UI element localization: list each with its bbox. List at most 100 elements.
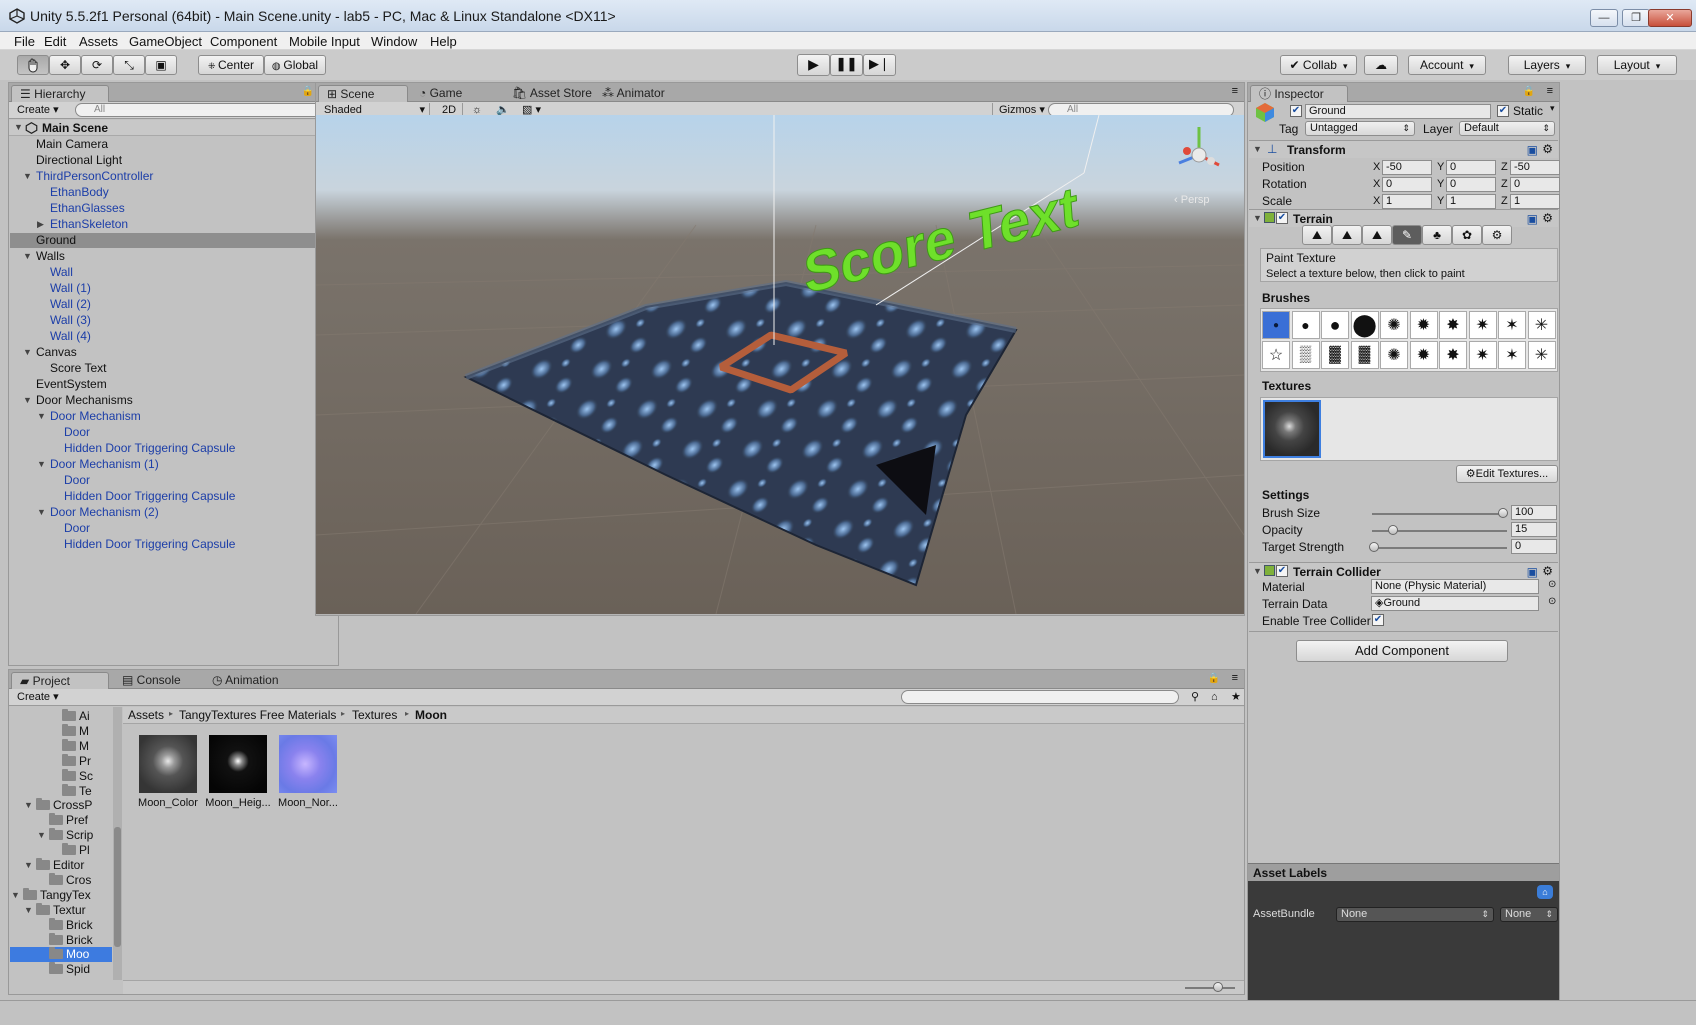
breadcrumb-tangytextures[interactable]: TangyTextures Free Materials: [179, 708, 336, 722]
step-button[interactable]: ▶❘: [863, 54, 896, 76]
menu-gameobject[interactable]: GameObject: [129, 34, 202, 49]
tab-animation[interactable]: ◷ Animation: [204, 672, 287, 689]
expand-arrow-icon[interactable]: ▼: [24, 905, 33, 915]
rotation-z-field[interactable]: 0: [1510, 177, 1560, 192]
tag-dropdown[interactable]: Untagged: [1305, 121, 1415, 136]
brush-swatch[interactable]: ✶: [1498, 341, 1526, 369]
menu-assets[interactable]: Assets: [79, 34, 118, 49]
folder-item[interactable]: Sc: [62, 768, 93, 784]
pivot-toggle[interactable]: ⁜ Center: [198, 55, 264, 75]
static-dropdown-arrow-icon[interactable]: ▾: [1550, 103, 1555, 114]
collapsed-arrow-icon[interactable]: ▶: [37, 219, 44, 230]
gear-icon[interactable]: ⚙: [1542, 564, 1553, 578]
hierarchy-item[interactable]: Door: [64, 425, 90, 440]
hierarchy-item[interactable]: Door: [64, 473, 90, 488]
account-dropdown[interactable]: Account: [1408, 55, 1486, 75]
scale-x-field[interactable]: 1: [1382, 194, 1432, 209]
folder-item[interactable]: M: [62, 738, 89, 754]
expand-arrow-icon[interactable]: ▼: [37, 411, 46, 421]
tab-project[interactable]: ▰ Project: [11, 672, 109, 689]
brush-swatch[interactable]: ⬤: [1350, 311, 1379, 339]
expand-arrow-icon[interactable]: ▼: [37, 459, 46, 469]
brush-size-knob[interactable]: [1498, 508, 1508, 518]
expand-arrow-icon[interactable]: ▼: [37, 830, 46, 840]
expand-arrow-icon[interactable]: ▼: [24, 800, 33, 810]
tab-asset-store[interactable]: 🛍 Asset Store: [504, 85, 600, 102]
lock-icon[interactable]: 🔒: [302, 86, 314, 97]
tree-scrollbar-thumb[interactable]: [114, 827, 121, 947]
hierarchy-create-button[interactable]: Create ▾: [11, 103, 65, 118]
folder-item[interactable]: Textur: [36, 902, 86, 918]
hierarchy-item[interactable]: EventSystem: [36, 377, 107, 392]
expand-arrow-icon[interactable]: ▼: [23, 171, 32, 181]
folder-item[interactable]: Moo: [49, 947, 89, 962]
active-checkbox[interactable]: ✔: [1290, 105, 1302, 117]
scale-tool-button[interactable]: ⤡: [113, 55, 145, 75]
folder-item[interactable]: Pr: [62, 753, 91, 769]
scale-z-field[interactable]: 1: [1510, 194, 1560, 209]
rect-tool-button[interactable]: ▣: [145, 55, 177, 75]
gear-icon[interactable]: ⚙: [1542, 211, 1553, 225]
position-y-field[interactable]: 0: [1446, 160, 1496, 175]
brush-size-slider[interactable]: [1372, 513, 1507, 515]
paint-height-tool[interactable]: ⛰: [1332, 225, 1362, 245]
brush-swatch[interactable]: ✺: [1380, 341, 1408, 369]
hierarchy-item[interactable]: Hidden Door Triggering Capsule: [64, 441, 235, 456]
help-icon[interactable]: ▣: [1527, 143, 1538, 157]
help-icon[interactable]: ▣: [1527, 565, 1538, 579]
tab-console[interactable]: ▤ Console: [114, 672, 189, 689]
brush-swatch[interactable]: ▓: [1350, 341, 1379, 369]
position-x-field[interactable]: -50: [1382, 160, 1432, 175]
pause-button[interactable]: ❚❚: [830, 54, 863, 76]
hierarchy-item[interactable]: Wall (2): [50, 297, 91, 312]
expand-arrow-icon[interactable]: ▼: [23, 347, 32, 357]
brush-swatch[interactable]: ▓: [1321, 341, 1349, 369]
hierarchy-item[interactable]: ThirdPersonController: [36, 169, 153, 184]
thumbnail-size-slider[interactable]: [1185, 987, 1235, 989]
terrain-data-field[interactable]: ◈Ground: [1371, 596, 1539, 611]
rotation-x-field[interactable]: 0: [1382, 177, 1432, 192]
panel-menu-icon[interactable]: ≡: [1232, 672, 1238, 684]
hierarchy-item[interactable]: Walls: [36, 249, 65, 264]
place-trees-tool[interactable]: ♣: [1422, 225, 1452, 245]
layers-dropdown[interactable]: Layers: [1508, 55, 1586, 75]
collider-enabled-checkbox[interactable]: ✔: [1276, 565, 1288, 577]
menu-file[interactable]: File: [14, 34, 35, 49]
raise-terrain-tool[interactable]: ⛰: [1302, 225, 1332, 245]
hierarchy-item[interactable]: Main Camera: [36, 137, 108, 152]
search-by-type-icon[interactable]: ⚲: [1185, 690, 1205, 705]
asset-thumb-moon-color[interactable]: [139, 735, 197, 793]
menu-mobile-input[interactable]: Mobile Input: [289, 34, 360, 49]
hierarchy-item[interactable]: Door Mechanism (1): [50, 457, 159, 472]
folder-item[interactable]: Te: [62, 783, 92, 799]
panel-menu-icon[interactable]: ≡: [1547, 85, 1553, 97]
terrain-enabled-checkbox[interactable]: ✔: [1276, 212, 1288, 224]
folder-item[interactable]: Pl: [62, 843, 90, 858]
gear-icon[interactable]: ⚙: [1542, 142, 1553, 156]
asset-thumb-moon-normal[interactable]: [279, 735, 337, 793]
brush-swatch[interactable]: ●: [1262, 311, 1290, 339]
hierarchy-item[interactable]: Score Text: [50, 361, 106, 376]
transform-header[interactable]: ▼ ⊥ Transform ▣ ⚙: [1249, 140, 1558, 158]
hierarchy-item[interactable]: EthanBody: [50, 185, 109, 200]
hierarchy-item[interactable]: Door Mechanisms: [36, 393, 133, 408]
menu-help[interactable]: Help: [430, 34, 457, 49]
hand-tool-button[interactable]: [17, 55, 49, 75]
terrain-collider-header[interactable]: ▼ ✔ Terrain Collider ▣ ⚙: [1249, 562, 1558, 580]
layer-dropdown[interactable]: Default: [1459, 121, 1555, 136]
hierarchy-item[interactable]: Wall (3): [50, 313, 91, 328]
moon-texture-swatch[interactable]: [1263, 400, 1321, 458]
brush-swatch[interactable]: ●: [1321, 311, 1349, 339]
brush-swatch[interactable]: ☆: [1262, 341, 1290, 369]
edit-textures-button[interactable]: ⚙Edit Textures...: [1456, 465, 1558, 483]
expand-arrow-icon[interactable]: ▼: [1253, 144, 1262, 154]
hierarchy-item[interactable]: Wall: [50, 265, 73, 280]
brush-swatch[interactable]: ✷: [1468, 341, 1497, 369]
opacity-knob[interactable]: [1388, 525, 1398, 535]
brush-size-field[interactable]: 100: [1511, 505, 1557, 520]
expand-arrow-icon[interactable]: ▼: [1253, 213, 1262, 223]
hierarchy-item[interactable]: Wall (4): [50, 329, 91, 344]
brush-swatch[interactable]: ✸: [1439, 311, 1467, 339]
tree-scrollbar[interactable]: [113, 707, 122, 980]
brush-swatch[interactable]: ✳: [1527, 311, 1556, 339]
